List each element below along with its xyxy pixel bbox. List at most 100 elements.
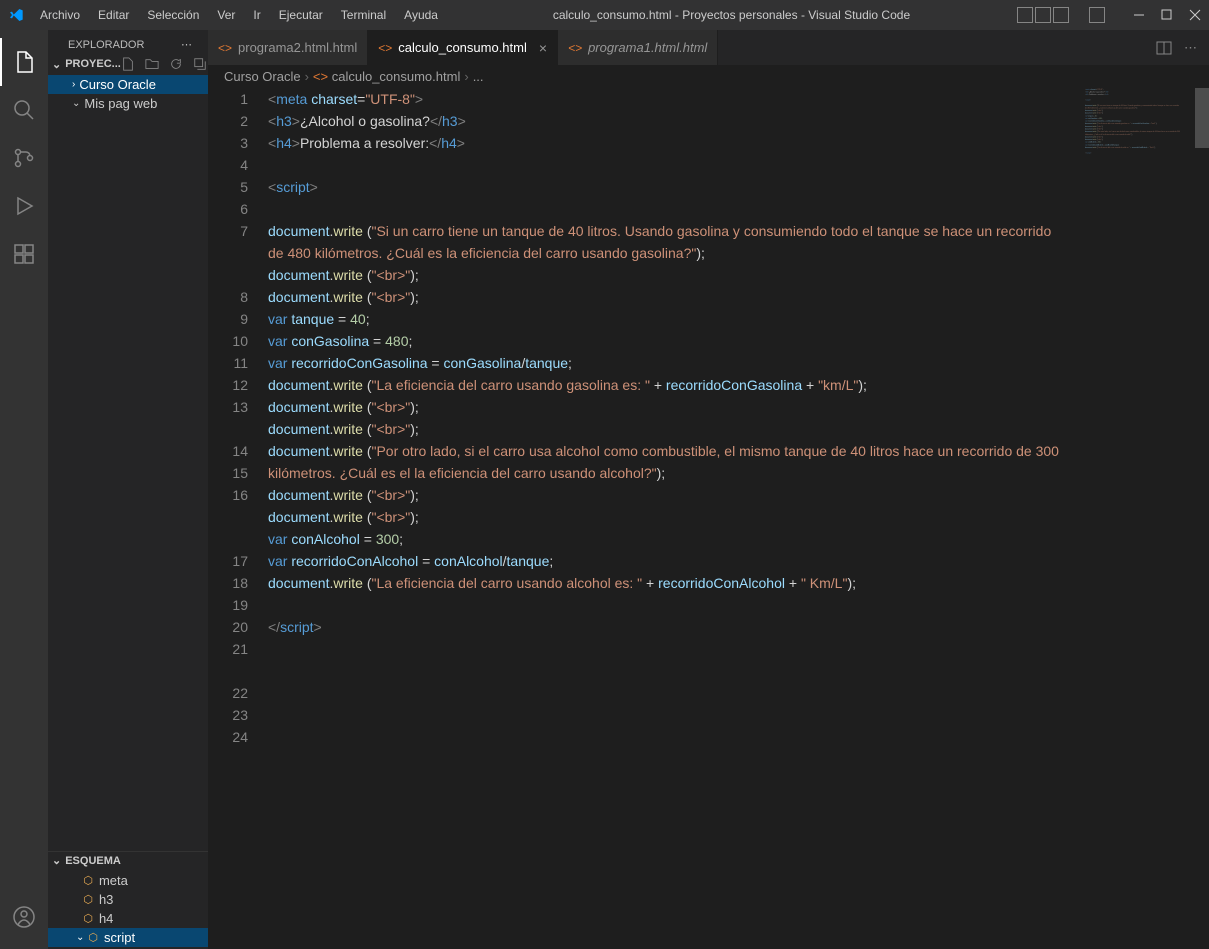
- code-line-8[interactable]: document.write ("<br>");: [268, 264, 1059, 286]
- code-line-18[interactable]: document.write ("<br>");: [268, 506, 1059, 528]
- chevron-right-icon: ›: [72, 79, 75, 90]
- close-tab-icon[interactable]: ×: [539, 40, 547, 56]
- layout-panel-bottom-icon[interactable]: [1035, 7, 1051, 23]
- code-line-4[interactable]: [268, 154, 1059, 176]
- accounts-icon[interactable]: [0, 893, 48, 941]
- more-actions-icon[interactable]: ⋯: [1184, 40, 1197, 56]
- symbol-icon: ⬡: [88, 931, 98, 944]
- activity-bar: [0, 30, 48, 949]
- menu-archivo[interactable]: Archivo: [32, 4, 88, 26]
- menu-ayuda[interactable]: Ayuda: [396, 4, 446, 26]
- code-line-24[interactable]: [1085, 154, 1180, 157]
- layout-panel-left-icon[interactable]: [1017, 7, 1033, 23]
- code-line-20[interactable]: var recorridoConAlcohol = conAlcohol/tan…: [268, 550, 1059, 572]
- code-line-9[interactable]: document.write ("<br>");: [268, 286, 1059, 308]
- minimap[interactable]: <meta charset="UTF-8"><h3>¿Alcohol o gas…: [1085, 88, 1195, 949]
- menu-ver[interactable]: Ver: [209, 4, 243, 26]
- outline-section: ⌄ ESQUEMA ›⬡meta›⬡h3›⬡h4⌄⬡script: [48, 851, 208, 949]
- code-line-21[interactable]: document.write ("La eficiencia del carro…: [268, 572, 1059, 594]
- layout-controls[interactable]: [1017, 7, 1069, 23]
- maximize-icon[interactable]: [1161, 9, 1173, 21]
- outline-h4[interactable]: ›⬡h4: [48, 909, 208, 928]
- menu-bar: ArchivoEditarSelecciónVerIrEjecutarTermi…: [32, 4, 446, 26]
- code-area[interactable]: <meta charset="UTF-8"><h3>¿Alcohol o gas…: [268, 88, 1209, 949]
- sidebar-more-icon[interactable]: ⋯: [181, 38, 192, 51]
- symbol-icon: ⬡: [83, 874, 93, 887]
- menu-ir[interactable]: Ir: [245, 4, 268, 26]
- menu-terminal[interactable]: Terminal: [333, 4, 394, 26]
- editor-area: <>programa2.html.html<>calculo_consumo.h…: [208, 30, 1209, 949]
- titlebar: ArchivoEditarSelecciónVerIrEjecutarTermi…: [0, 0, 1209, 30]
- folder-tree: ›Curso Oracle⌄Mis pag web: [48, 73, 208, 115]
- new-folder-icon[interactable]: [145, 57, 159, 71]
- source-control-icon[interactable]: [0, 134, 48, 182]
- explorer-icon[interactable]: [0, 38, 48, 86]
- outline-title: ESQUEMA: [65, 855, 121, 867]
- code-line-15[interactable]: document.write ("<br>");: [268, 418, 1059, 440]
- code-line-16[interactable]: document.write ("Por otro lado, si el ca…: [268, 440, 1059, 484]
- collapse-all-icon[interactable]: [193, 57, 207, 71]
- breadcrumb-item[interactable]: ...: [473, 69, 484, 84]
- code-line-3[interactable]: <h4>Problema a resolver:</h4>: [268, 132, 1059, 154]
- tab-calculo_consumo-html[interactable]: <>calculo_consumo.html×: [368, 30, 558, 65]
- split-editor-icon[interactable]: [1156, 40, 1172, 56]
- code-line-7[interactable]: document.write ("Si un carro tiene un ta…: [268, 220, 1059, 264]
- code-line-19[interactable]: var conAlcohol = 300;: [268, 528, 1059, 550]
- symbol-icon: ⬡: [83, 912, 93, 925]
- code-line-14[interactable]: document.write ("<br>");: [268, 396, 1059, 418]
- html-file-icon: <>: [568, 41, 582, 55]
- code-line-24[interactable]: [268, 638, 1059, 660]
- breadcrumb-item[interactable]: <> calculo_consumo.html: [313, 69, 460, 84]
- tab-programa2-html-html[interactable]: <>programa2.html.html: [208, 30, 368, 65]
- refresh-icon[interactable]: [169, 57, 183, 71]
- chevron-down-icon: ⌄: [52, 854, 61, 867]
- breadcrumb-separator: ›: [464, 69, 468, 84]
- tab-programa1-html-html[interactable]: <>programa1.html.html: [558, 30, 718, 65]
- layout-panel-right-icon[interactable]: [1053, 7, 1069, 23]
- code-line-17[interactable]: document.write ("<br>");: [268, 484, 1059, 506]
- minimize-icon[interactable]: [1133, 9, 1145, 21]
- symbol-icon: ⬡: [83, 893, 93, 906]
- code-line-12[interactable]: var recorridoConGasolina = conGasolina/t…: [268, 352, 1059, 374]
- folder-curso-oracle[interactable]: ›Curso Oracle: [48, 75, 208, 94]
- explorer-section-header[interactable]: ⌄ PROYEC...: [48, 55, 208, 73]
- code-line-1[interactable]: <meta charset="UTF-8">: [268, 88, 1059, 110]
- code-line-10[interactable]: var tanque = 40;: [268, 308, 1059, 330]
- code-line-11[interactable]: var conGasolina = 480;: [268, 330, 1059, 352]
- sidebar-title: EXPLORADOR: [68, 39, 144, 51]
- menu-selección[interactable]: Selección: [139, 4, 207, 26]
- menu-editar[interactable]: Editar: [90, 4, 137, 26]
- editor-content[interactable]: 123456789101112131415161718192021222324 …: [208, 88, 1209, 949]
- folder-mis-pag-web[interactable]: ⌄Mis pag web: [48, 94, 208, 113]
- html-file-icon: <>: [378, 41, 392, 55]
- outline-h3[interactable]: ›⬡h3: [48, 890, 208, 909]
- search-icon[interactable]: [0, 86, 48, 134]
- scrollbar-vertical[interactable]: [1195, 88, 1209, 949]
- menu-ejecutar[interactable]: Ejecutar: [271, 4, 331, 26]
- window-title: calculo_consumo.html - Proyectos persona…: [446, 8, 1017, 22]
- outline-header[interactable]: ⌄ ESQUEMA: [48, 852, 208, 869]
- scrollbar-thumb[interactable]: [1195, 88, 1209, 148]
- code-line-5[interactable]: <script>: [268, 176, 1059, 198]
- vscode-logo-icon: [8, 7, 24, 23]
- code-line-23[interactable]: </script>: [268, 616, 1059, 638]
- code-line-2[interactable]: <h3>¿Alcohol o gasolina?</h3>: [268, 110, 1059, 132]
- close-icon[interactable]: [1189, 9, 1201, 21]
- html-file-icon: <>: [218, 41, 232, 55]
- new-file-icon[interactable]: [121, 57, 135, 71]
- code-line-6[interactable]: [268, 198, 1059, 220]
- breadcrumb[interactable]: Curso Oracle›<> calculo_consumo.html›...: [208, 65, 1209, 88]
- section-title: PROYEC...: [65, 58, 121, 70]
- run-debug-icon[interactable]: [0, 182, 48, 230]
- code-line-13[interactable]: document.write ("La eficiencia del carro…: [268, 374, 1059, 396]
- line-numbers: 123456789101112131415161718192021222324: [208, 88, 268, 949]
- breadcrumb-item[interactable]: Curso Oracle: [224, 69, 301, 84]
- outline-script[interactable]: ⌄⬡script: [48, 928, 208, 947]
- layout-customize-icon[interactable]: [1089, 7, 1105, 23]
- code-line-22[interactable]: [268, 594, 1059, 616]
- tab-actions: ⋯: [1144, 30, 1209, 65]
- outline-meta[interactable]: ›⬡meta: [48, 871, 208, 890]
- extensions-icon[interactable]: [0, 230, 48, 278]
- editor-tabs: <>programa2.html.html<>calculo_consumo.h…: [208, 30, 1209, 65]
- chevron-down-icon: ⌄: [52, 58, 61, 71]
